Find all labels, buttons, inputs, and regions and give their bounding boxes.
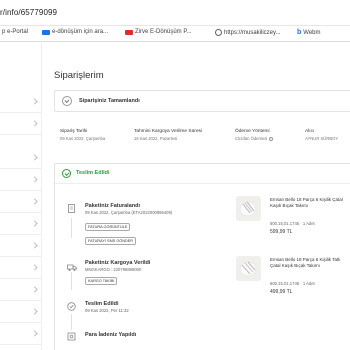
product-image[interactable] bbox=[236, 256, 261, 281]
check-circle-icon bbox=[62, 169, 71, 178]
estimated-shipping-value: 16 Kas 2022, Pazartesi bbox=[134, 136, 178, 141]
order-date-label: Sipariş Tarihi bbox=[60, 129, 88, 134]
estimated-shipping-label: Tahmini Kargoya Verilme Süresi bbox=[134, 129, 202, 134]
chevron-right-icon bbox=[31, 98, 38, 105]
bookmark-label: Zirve E-Dönüşüm P... bbox=[135, 29, 192, 35]
invoice-subtitle: 09 Kas 2022, Çarşamba (ETA2022000996409) bbox=[85, 210, 173, 215]
shipped-title: Paketiniz Kargoya Verildi bbox=[85, 260, 151, 266]
timeline-line bbox=[71, 314, 72, 330]
delivered-title: Teslim Edildi bbox=[85, 301, 119, 307]
sidebar-item[interactable] bbox=[0, 213, 42, 235]
refund-title: Para İadeniz Yapıldı bbox=[85, 332, 137, 338]
sidebar-item[interactable] bbox=[0, 235, 42, 257]
refund-icon bbox=[67, 332, 76, 341]
chevron-right-icon bbox=[31, 120, 38, 127]
delivery-status-text: Teslim Edildi bbox=[76, 170, 110, 176]
estimated-shipping: Tahmini Kargoya Verilme Süresi 16 Kas 20… bbox=[134, 129, 202, 141]
bookmark-label: Webm bbox=[303, 29, 321, 36]
chevron-right-icon bbox=[31, 264, 38, 271]
product-name[interactable]: Emsan Bello 18 Parça 6 Kişilik Çatal Kaş… bbox=[270, 197, 350, 208]
bookmark-musakiliczey[interactable]: https://musakiliczey... bbox=[215, 29, 281, 36]
chevron-right-icon bbox=[31, 330, 38, 337]
address-bar-url[interactable]: r/info/65779099 bbox=[0, 8, 57, 17]
shipment-card: Teslim Edildi Paketiniz Faturalandı 09 K… bbox=[54, 163, 350, 350]
send-invoice-sms-button[interactable]: FATURAYI SMS GÖNDER bbox=[85, 237, 137, 245]
order-date-value: 09 Kas 2022, Çarşamba bbox=[60, 136, 106, 141]
buyer-value: AYNUR SÜRBOY bbox=[305, 136, 339, 141]
product-code: 600.15.01.1745 · 1 Adet bbox=[270, 221, 315, 226]
page-title: Siparişlerim bbox=[54, 70, 104, 81]
view-invoice-button[interactable]: FATURA GÖRÜNTÜLE bbox=[85, 223, 131, 231]
buyer: Alıcı AYNUR SÜRBOY bbox=[305, 129, 338, 141]
track-shipment-button[interactable]: KARGO TAKİBİ bbox=[85, 277, 118, 285]
chevron-right-icon bbox=[31, 242, 38, 249]
zirve-icon bbox=[125, 29, 133, 35]
truck-icon bbox=[67, 263, 77, 272]
bookmark-label: e-dönüşüm için ara... bbox=[52, 29, 109, 35]
sidebar-item[interactable] bbox=[0, 113, 42, 135]
sidebar-item[interactable] bbox=[0, 257, 42, 279]
sidebar-item[interactable] bbox=[0, 91, 42, 113]
sidebar-item[interactable] bbox=[0, 147, 42, 169]
order-info-row: Sipariş Tarihi 09 Kas 2022, Çarşamba Tah… bbox=[54, 129, 350, 157]
payment-method-text: Cüzdan Ödemesi bbox=[235, 136, 268, 141]
chevron-right-icon bbox=[31, 198, 38, 205]
bookmark-label: https://musakiliczey... bbox=[224, 29, 281, 36]
bookmark-label: p e-Portal bbox=[2, 29, 29, 35]
check-circle-icon bbox=[62, 96, 72, 106]
address-bar[interactable]: r/info/65779099 bbox=[0, 0, 350, 26]
product-image[interactable] bbox=[236, 196, 261, 221]
chevron-right-icon bbox=[31, 176, 38, 183]
edonusum-icon bbox=[42, 29, 50, 35]
bing-icon: b bbox=[297, 29, 302, 36]
product-price: 599,99 TL bbox=[270, 229, 293, 235]
order-detail-main: Siparişlerim Siparişiniz Tamamlandı Sipa… bbox=[42, 43, 350, 350]
delivery-status-row: Teslim Edildi bbox=[55, 164, 350, 184]
chevron-right-icon bbox=[31, 154, 38, 161]
chevron-right-icon bbox=[31, 308, 38, 315]
chevron-right-icon bbox=[31, 286, 38, 293]
sidebar-item[interactable] bbox=[0, 279, 42, 301]
product-name[interactable]: Emsan Bello 18 Parça 6 Kişilik Tatlı Çat… bbox=[270, 257, 350, 268]
order-date: Sipariş Tarihi 09 Kas 2022, Çarşamba bbox=[60, 129, 105, 141]
chevron-right-icon bbox=[31, 220, 38, 227]
invoice-icon bbox=[67, 204, 76, 213]
delivered-subtitle: 09 Kas 2022, Per 11:32 bbox=[85, 308, 129, 313]
payment-method: Ödeme Yöntemi Cüzdan Ödemesi bbox=[235, 129, 273, 141]
product-item[interactable]: Emsan Bello 18 Parça 6 Kişilik Tatlı Çat… bbox=[236, 256, 350, 316]
timeline-line bbox=[71, 272, 72, 290]
product-code: 600.15.01.1746 · 1 Adet bbox=[270, 281, 315, 286]
order-complete-banner: Siparişiniz Tamamlandı bbox=[54, 90, 350, 112]
bookmark-edonusum[interactable]: e-dönüşüm için ara... bbox=[42, 29, 108, 35]
payment-method-label: Ödeme Yöntemi bbox=[235, 129, 270, 134]
sidebar-item[interactable] bbox=[0, 191, 42, 213]
sidebar-item[interactable] bbox=[0, 169, 42, 191]
globe-icon bbox=[215, 29, 222, 36]
timeline-line bbox=[71, 218, 72, 238]
sidebar-item[interactable] bbox=[0, 323, 42, 345]
invoice-title: Paketiniz Faturalandı bbox=[85, 203, 141, 209]
bookmarks-bar: p e-Portal e-dönüşüm için ara... Zirve E… bbox=[0, 26, 350, 42]
product-price: 499,99 TL bbox=[270, 289, 293, 295]
shipped-subtitle: MNGKARGO : 220796869000 bbox=[85, 267, 142, 272]
bookmark-zirve[interactable]: Zirve E-Dönüşüm P... bbox=[125, 29, 192, 35]
bookmark-webm[interactable]: b Webm bbox=[297, 29, 321, 36]
page-root: r/info/65779099 p e-Portal e-dönüşüm içi… bbox=[0, 0, 350, 350]
bookmark-eportal[interactable]: p e-Portal bbox=[2, 29, 28, 35]
info-icon[interactable] bbox=[268, 136, 273, 141]
check-circle-icon bbox=[67, 302, 76, 311]
banner-text: Siparişiniz Tamamlandı bbox=[79, 98, 140, 104]
product-item[interactable]: Emsan Bello 18 Parça 6 Kişilik Çatal Kaş… bbox=[236, 196, 350, 256]
payment-method-value: Cüzdan Ödemesi bbox=[235, 136, 273, 141]
sidebar-item[interactable] bbox=[0, 301, 42, 323]
buyer-label: Alıcı bbox=[305, 129, 315, 134]
account-sidebar bbox=[0, 43, 42, 350]
